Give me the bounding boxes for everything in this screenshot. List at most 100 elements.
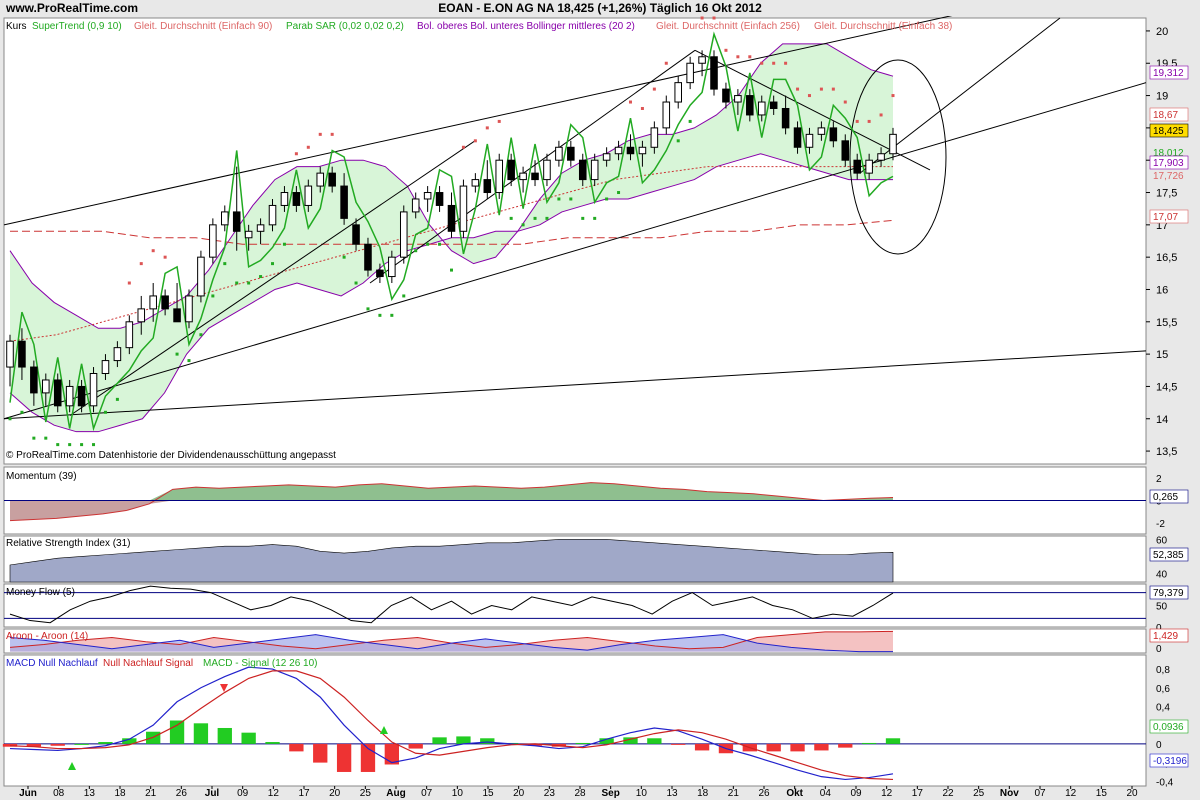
candle: [399, 211, 408, 258]
candle: [388, 256, 396, 278]
candle: [519, 172, 527, 181]
candle: [149, 295, 157, 310]
sar-dot: [80, 443, 84, 447]
macd-histogram-bar: [861, 742, 877, 744]
sar-dot: [461, 145, 465, 149]
indicator-tick-label: 2: [1156, 474, 1162, 485]
sar-dot: [438, 242, 442, 246]
sar-dot: [163, 255, 167, 259]
sar-dot: [760, 61, 764, 65]
x-tick-label: 20: [1126, 788, 1138, 799]
price-tick-label: 16: [1156, 284, 1168, 296]
candle: [197, 256, 205, 297]
sar-dot: [593, 216, 597, 220]
macd-title-a: MACD Null Nachlauf: [6, 658, 98, 669]
x-tick-label: 15: [482, 788, 494, 799]
candle: [364, 243, 372, 271]
candle: [18, 340, 26, 368]
candle: [757, 101, 766, 116]
chart-svg[interactable]: 13,51414,51515,51616,51717,51818,51919,5…: [0, 16, 1200, 800]
price-tick-label: 17,5: [1156, 188, 1177, 200]
macd-histogram-bar: [480, 738, 495, 744]
sar-dot: [103, 410, 107, 414]
price-tick-label: 15,5: [1156, 317, 1177, 329]
x-tick-label: 13: [84, 788, 96, 799]
rsi-value: 52,385: [1153, 550, 1184, 561]
x-tick-label: 07: [1034, 788, 1046, 799]
macd-title-c: MACD - Signal (12 26 10): [203, 658, 318, 669]
candle: [89, 373, 98, 407]
x-tick-label: 12: [1065, 788, 1077, 799]
sar-dot: [617, 191, 621, 195]
candle: [161, 295, 169, 310]
sar-dot: [390, 313, 394, 317]
candle: [6, 340, 14, 368]
sar-dot: [545, 216, 549, 220]
macd-histogram-bar: [575, 742, 590, 744]
sar-dot: [664, 61, 668, 65]
panel-mf: [3, 583, 1147, 628]
sar-dot: [8, 417, 12, 421]
x-tick-label: 22: [942, 788, 954, 799]
sar-dot: [56, 443, 60, 447]
candle: [507, 159, 515, 181]
x-tick-label: 26: [176, 788, 188, 799]
candle: [865, 159, 873, 174]
legend-bollinger: Bol. oberes Bol. unteres Bollinger mittl…: [417, 21, 635, 32]
legend-ma256: Gleit. Durchschnitt (Einfach 256): [656, 21, 800, 32]
sar-dot: [426, 242, 430, 246]
indicator-tick-label: -0,4: [1156, 777, 1174, 788]
candle: [686, 62, 694, 84]
candle: [435, 192, 444, 206]
candle: [829, 127, 838, 142]
candle: [638, 146, 647, 155]
indicator-tick-label: 40: [1156, 569, 1168, 580]
legend-supertrend: SuperTrend (0,9 10): [32, 21, 122, 32]
candle: [626, 146, 635, 155]
x-tick-label: 20: [329, 788, 341, 799]
x-tick-label: 15: [1096, 788, 1108, 799]
x-tick-label: Okt: [786, 788, 803, 799]
x-tick-label: 18: [697, 788, 709, 799]
sar-dot: [115, 397, 119, 401]
macd-histogram-bar: [694, 743, 710, 751]
x-tick-label: 12: [268, 788, 280, 799]
candle: [674, 82, 682, 103]
sar-dot: [247, 281, 251, 285]
label-bb-upper: 19,312: [1153, 68, 1184, 79]
candle: [185, 295, 193, 323]
momentum-title: Momentum (39): [6, 471, 77, 482]
sar-dot: [450, 268, 453, 272]
sar-dot: [414, 249, 418, 253]
candle: [853, 159, 861, 174]
macd-histogram-bar: [408, 743, 423, 749]
x-tick-label: Aug: [386, 788, 405, 799]
macd-histogram-bar: [217, 727, 232, 744]
price-tick-label: 13,5: [1156, 446, 1177, 458]
label-ma38: 18,67: [1153, 110, 1178, 121]
x-tick-label: Jul: [205, 788, 220, 799]
candle: [877, 153, 885, 161]
sar-dot: [485, 126, 489, 130]
label-sar: 17,726: [1153, 171, 1184, 182]
macd-value2: -0,3196: [1153, 756, 1187, 767]
candle: [352, 224, 360, 245]
sar-dot: [700, 16, 704, 20]
sar-dot: [294, 152, 298, 156]
price-tick-label: 16,5: [1156, 252, 1177, 264]
macd-histogram-bar: [265, 742, 280, 744]
rsi-title: Relative Strength Index (31): [6, 538, 131, 549]
sar-dot: [330, 132, 334, 136]
sar-dot: [282, 242, 286, 246]
copyright: © ProRealTime.com Datenhistorie der Divi…: [6, 450, 336, 461]
candle: [662, 101, 671, 129]
x-tick-label: 26: [758, 788, 770, 799]
instrument-title: EOAN - E.ON AG NA 18,425 (+1,26%) Täglic…: [438, 1, 762, 15]
candle: [256, 224, 265, 232]
macd-title-b: Null Nachlauf Signal: [103, 658, 193, 669]
legend-ma38: Gleit. Durchschnitt (Einfach 38): [814, 21, 952, 32]
candle: [471, 179, 480, 187]
x-tick-label: 10: [636, 788, 648, 799]
price-tick-label: 14,5: [1156, 381, 1177, 393]
indicator-tick-label: 0,6: [1156, 684, 1170, 695]
